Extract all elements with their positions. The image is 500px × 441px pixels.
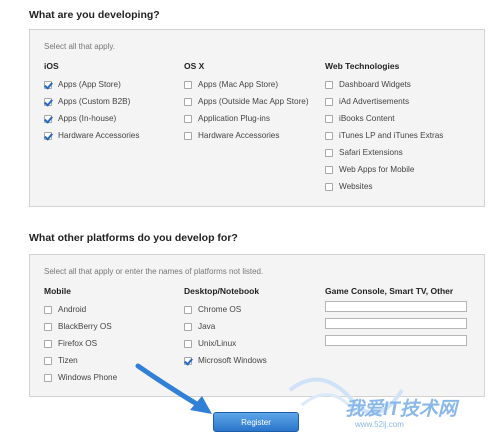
option-label: Apps (Outside Mac App Store) [198,97,309,106]
column-game-console-other: Game Console, Smart TV, Other [325,285,467,352]
checkbox[interactable] [184,114,192,123]
option-web-apps-for-mobile[interactable]: Web Apps for Mobile [325,161,443,178]
column-heading: OS X [184,61,205,71]
checkbox[interactable] [44,373,52,382]
option-label: Windows Phone [58,373,118,382]
register-button[interactable]: Register [213,412,299,432]
checkbox[interactable] [325,114,333,123]
option-tizen[interactable]: Tizen [44,352,117,369]
column-web-technologies: Web Technologies Dashboard Widgets iAd Adv… [325,60,443,195]
column-osx: OS X Apps (Mac App Store) Apps (Outside Ma… [184,60,309,144]
option-label: Safari Extensions [339,148,403,157]
option-label: Web Apps for Mobile [339,165,415,174]
column-heading: Desktop/Notebook [184,286,260,296]
checkbox[interactable] [325,148,333,157]
option-android[interactable]: Android [44,301,117,318]
option-websites[interactable]: Websites [325,178,443,195]
other-platform-field-1[interactable] [325,301,467,312]
option-label: Unix/Linux [198,339,237,348]
option-label: BlackBerry OS [58,322,112,331]
option-firefox-os[interactable]: Firefox OS [44,335,117,352]
checkbox[interactable] [325,165,333,174]
column-desktop-notebook: Desktop/Notebook Chrome OS Java Unix/Linux M… [184,285,267,369]
option-apps-outside-mac-app-store[interactable]: Apps (Outside Mac App Store) [184,93,309,110]
option-label: Hardware Accessories [58,131,140,140]
option-label: iAd Advertisements [339,97,410,106]
option-hardware-accessories[interactable]: Hardware Accessories [184,127,309,144]
checkbox[interactable] [184,80,192,89]
checkbox[interactable] [184,339,192,348]
option-label: Websites [339,182,373,191]
column-heading: Mobile [44,286,71,296]
option-safari-extensions[interactable]: Safari Extensions [325,144,443,161]
option-apps-mac-app-store[interactable]: Apps (Mac App Store) [184,76,309,93]
checkbox[interactable] [184,131,192,140]
option-ibooks-content[interactable]: iBooks Content [325,110,443,127]
checkbox[interactable] [44,356,52,365]
column-heading: iOS [44,61,59,71]
option-label: iBooks Content [339,114,395,123]
checkbox[interactable] [184,97,192,106]
option-label: Chrome OS [198,305,242,314]
option-label: Hardware Accessories [198,131,280,140]
section-title-other-platforms: What other platforms do you develop for? [29,232,238,244]
checkbox[interactable] [184,322,192,331]
checkbox[interactable] [44,131,52,140]
option-label: Tizen [58,356,78,365]
checkbox[interactable] [44,97,52,106]
option-label: Apps (In-house) [58,114,117,123]
option-application-plug-ins[interactable]: Application Plug-ins [184,110,309,127]
checkbox[interactable] [44,80,52,89]
option-unix-linux[interactable]: Unix/Linux [184,335,267,352]
option-itunes-lp-and-itunes-extras[interactable]: iTunes LP and iTunes Extras [325,127,443,144]
checkbox[interactable] [325,182,333,191]
option-label: Java [198,322,216,331]
option-java[interactable]: Java [184,318,267,335]
option-label: Dashboard Widgets [339,80,411,89]
option-apps-in-house[interactable]: Apps (In-house) [44,110,139,127]
section-title-developing: What are you developing? [29,9,160,21]
option-apps-app-store[interactable]: Apps (App Store) [44,76,139,93]
checkbox[interactable] [325,131,333,140]
option-label: iTunes LP and iTunes Extras [339,131,444,140]
option-hardware-accessories[interactable]: Hardware Accessories [44,127,139,144]
option-label: Android [58,305,87,314]
option-dashboard-widgets[interactable]: Dashboard Widgets [325,76,443,93]
watermark-text: 我爱IT技术网 [345,399,457,420]
option-apps-custom-b2b[interactable]: Apps (Custom B2B) [44,93,139,110]
developing-panel: Select all that apply. iOS Apps (App Stor… [29,29,485,207]
option-label: Apps (App Store) [58,80,121,89]
other-platform-field-3[interactable] [325,335,467,346]
platforms-hint: Select all that apply or enter the names… [44,267,264,276]
checkbox[interactable] [44,322,52,331]
checkbox[interactable] [325,80,333,89]
checkbox[interactable] [44,114,52,123]
option-label: Apps (Custom B2B) [58,97,131,106]
option-label: Apps (Mac App Store) [198,80,279,89]
annotation-arrow-icon [135,363,212,414]
column-ios: iOS Apps (App Store) Apps (Custom B2B) Apps… [44,60,139,144]
checkbox[interactable] [184,305,192,314]
column-heading: Web Technologies [325,61,400,71]
option-chrome-os[interactable]: Chrome OS [184,301,267,318]
checkbox[interactable] [44,305,52,314]
checkbox[interactable] [325,97,333,106]
option-iad-advertisements[interactable]: iAd Advertisements [325,93,443,110]
option-label: Application Plug-ins [198,114,270,123]
option-windows-phone[interactable]: Windows Phone [44,369,117,386]
developing-hint: Select all that apply. [44,42,116,51]
option-blackberry-os[interactable]: BlackBerry OS [44,318,117,335]
column-mobile: Mobile Android BlackBerry OS Firefox OS Tize… [44,285,117,386]
other-platform-field-2[interactable] [325,318,467,329]
watermark-url: www.52ij.com [355,420,404,429]
column-heading: Game Console, Smart TV, Other [325,286,454,296]
option-label: Firefox OS [58,339,98,348]
checkbox[interactable] [44,339,52,348]
